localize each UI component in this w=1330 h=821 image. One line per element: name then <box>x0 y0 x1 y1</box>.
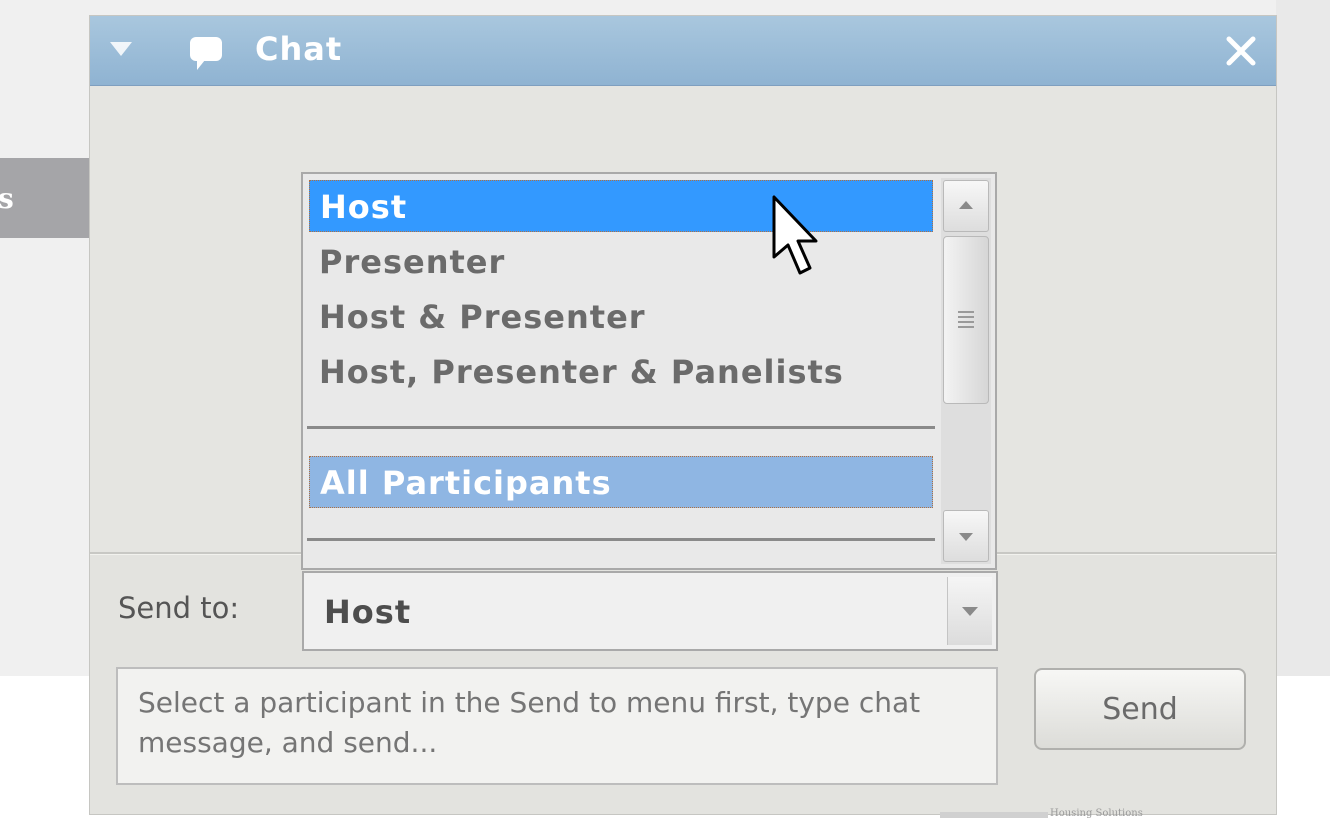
send-to-dropdown-list[interactable]: Host Presenter Host & Presenter Host, Pr… <box>301 172 997 570</box>
chat-title-bar: Chat <box>90 16 1276 86</box>
scroll-thumb[interactable] <box>943 236 989 404</box>
list-separator <box>307 426 935 429</box>
send-to-selected-value: Host <box>324 593 412 631</box>
option-all-participants[interactable]: All Participants <box>309 456 933 508</box>
send-to-select[interactable]: Host <box>302 571 998 651</box>
list-separator <box>307 538 935 541</box>
send-button[interactable]: Send <box>1034 668 1246 750</box>
grip-icon <box>958 311 974 328</box>
send-to-label: Send to: <box>118 591 240 625</box>
chat-title: Chat <box>255 30 343 68</box>
chat-message-input[interactable] <box>116 667 998 785</box>
mouse-pointer-icon <box>772 195 818 275</box>
slide-edge <box>1276 0 1330 676</box>
dropdown-scrollbar[interactable] <box>941 178 991 564</box>
triangle-down-icon[interactable] <box>110 42 132 56</box>
callout-text: s <box>0 182 14 215</box>
footer-logo-bar <box>940 812 1048 818</box>
option-presenter[interactable]: Presenter <box>309 236 933 288</box>
chat-bubble-icon <box>190 37 222 70</box>
scroll-down-arrow-icon[interactable] <box>943 510 989 562</box>
scroll-up-arrow-icon[interactable] <box>943 180 989 232</box>
close-icon[interactable] <box>1224 34 1258 68</box>
option-host-presenter-panelists[interactable]: Host, Presenter & Panelists <box>309 346 933 398</box>
chevron-down-icon[interactable] <box>947 577 992 645</box>
footer-watermark: Housing Solutions <box>1050 808 1143 819</box>
option-host[interactable]: Host <box>309 180 933 232</box>
option-host-presenter[interactable]: Host & Presenter <box>309 291 933 343</box>
